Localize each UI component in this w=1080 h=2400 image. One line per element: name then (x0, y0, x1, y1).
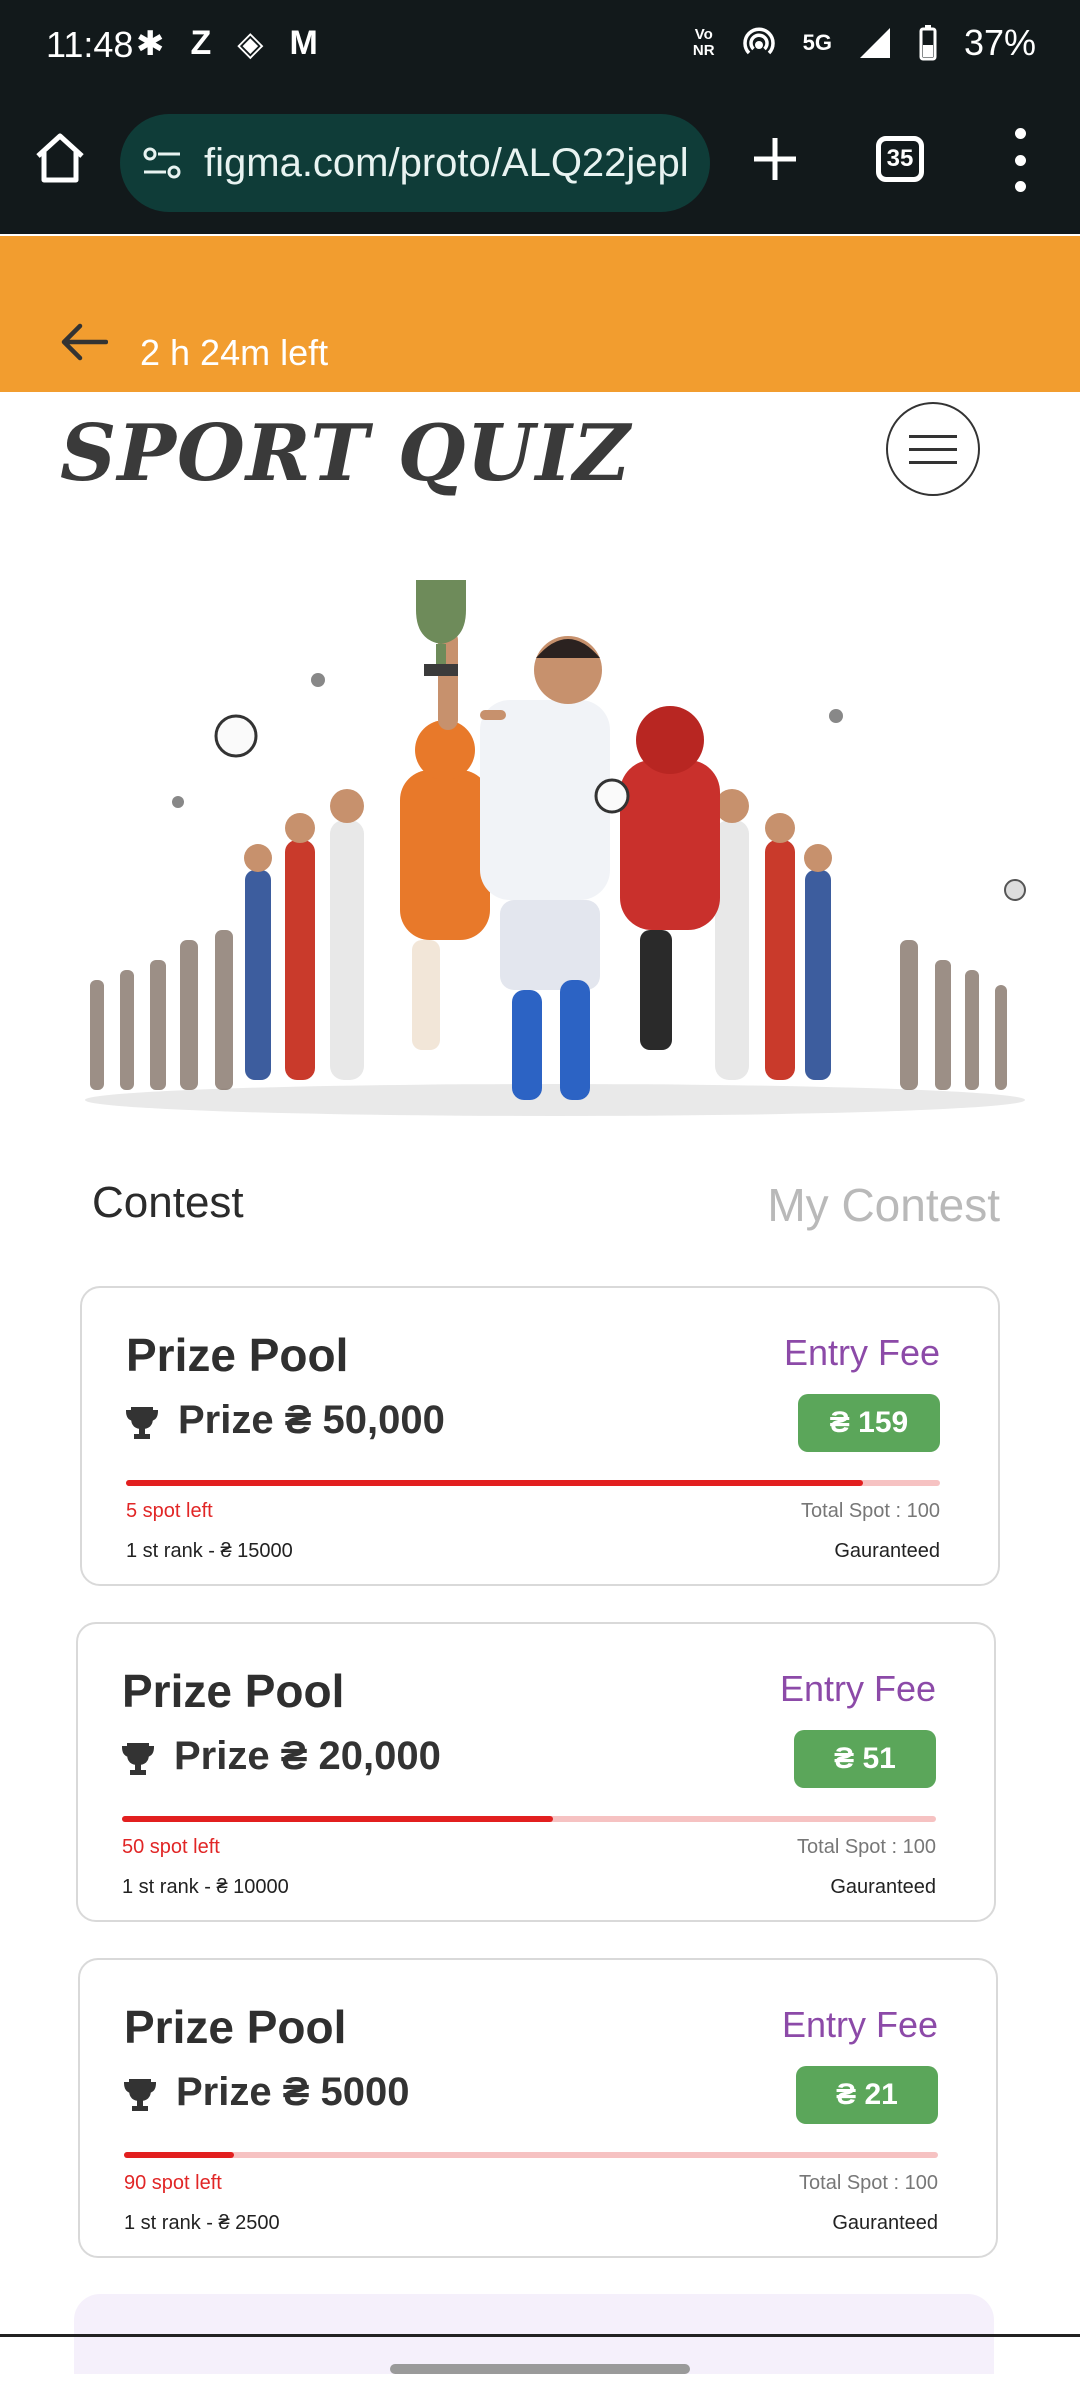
tab-switcher-button[interactable]: 35 (876, 136, 924, 182)
timer-header: 2 h 24m left (0, 236, 1080, 392)
spots-left: 50 spot left (122, 1836, 220, 1858)
prize-pool-title: Prize Pool (124, 2001, 347, 2053)
home-icon[interactable] (30, 128, 90, 188)
battery-icon (919, 25, 937, 61)
trophy-icon (122, 1743, 154, 1775)
first-rank-prize: 1 st rank - ₴ 2500 (124, 2212, 280, 2234)
prize-amount: Prize ₴ 5000 (176, 2070, 410, 2114)
gesture-home-indicator[interactable] (390, 2364, 690, 2374)
hamburger-menu-icon[interactable] (886, 402, 980, 496)
hotspot-icon (742, 27, 775, 55)
prize-amount: Prize ₴ 20,000 (174, 1734, 441, 1778)
site-settings-icon[interactable] (142, 146, 182, 180)
entry-fee-button[interactable]: ₴ 21 (796, 2066, 938, 2124)
spots-left: 5 spot left (126, 1500, 213, 1522)
contest-card[interactable]: Prize Pool Entry Fee Prize ₴ 50,000 ₴ 15… (80, 1286, 1000, 1586)
guaranteed-label: Gauranteed (832, 2212, 938, 2234)
guaranteed-label: Gauranteed (830, 1876, 936, 1898)
tab-contest[interactable]: Contest (92, 1178, 244, 1228)
entry-fee-label: Entry Fee (779, 1668, 936, 1709)
entry-fee-button[interactable]: ₴ 159 (798, 1394, 940, 1452)
sports-hero-image (85, 580, 1026, 1116)
app-icon: ◈ (237, 25, 264, 63)
guaranteed-label: Gauranteed (834, 1540, 940, 1562)
browser-toolbar: figma.com/proto/ALQ22jepl 35 (0, 100, 1080, 234)
prize-pool-title: Prize Pool (122, 1665, 345, 1717)
gmail-icon: M (289, 24, 318, 62)
z-icon: Z (190, 24, 212, 62)
progress-fill (122, 1816, 554, 1822)
spots-left: 90 spot left (124, 2172, 222, 2194)
prize-pool-title: Prize Pool (126, 1329, 349, 1381)
url-bar[interactable]: figma.com/proto/ALQ22jepl (120, 114, 710, 212)
new-tab-icon[interactable] (746, 130, 804, 188)
contest-card[interactable]: Prize Pool Entry Fee Prize ₴ 5000 ₴ 21 9… (78, 1958, 998, 2258)
battery-level: 37% (963, 22, 1036, 63)
time-left: 2 h 24m left (140, 332, 329, 373)
system-status: Vo NR 5G 37% (693, 22, 1036, 64)
status-time: 11:48 (46, 24, 134, 65)
first-rank-prize: 1 st rank - ₴ 15000 (126, 1540, 293, 1562)
progress-fill (124, 2152, 234, 2158)
spots-progress-bar (124, 2152, 938, 2158)
spots-progress-bar (122, 1816, 936, 1822)
total-spot: Total Spot : 100 (799, 2172, 938, 2194)
prize-amount: Prize ₴ 50,000 (178, 1398, 445, 1442)
total-spot: Total Spot : 100 (801, 1500, 940, 1522)
trophy-icon (124, 2079, 156, 2111)
browser-menu-icon[interactable] (1012, 128, 1028, 192)
spots-progress-bar (126, 1480, 940, 1486)
app-logo: SPORT QUIZ (60, 408, 631, 499)
contest-card[interactable]: Prize Pool Entry Fee Prize ₴ 20,000 ₴ 51… (76, 1622, 996, 1922)
entry-fee-label: Entry Fee (781, 2004, 938, 2045)
back-arrow-icon[interactable] (60, 322, 108, 362)
entry-fee-label: Entry Fee (783, 1332, 940, 1373)
notification-icons: ✱ Z ◈ M (136, 24, 318, 64)
status-bar: 11:48 ✱ Z ◈ M Vo NR 5G 37% (0, 0, 1080, 100)
volte-icon: Vo NR (692, 26, 715, 59)
first-rank-prize: 1 st rank - ₴ 10000 (122, 1876, 289, 1898)
network-label: 5G (802, 30, 832, 55)
trophy-icon (126, 1407, 158, 1439)
signal-icon (859, 28, 890, 58)
progress-fill (126, 1480, 863, 1486)
tab-my-contest[interactable]: My Contest (767, 1178, 1000, 1232)
entry-fee-button[interactable]: ₴ 51 (794, 1730, 936, 1788)
slack-icon: ✱ (136, 25, 165, 63)
url-text: figma.com/proto/ALQ22jepl (204, 140, 689, 185)
bottom-divider (0, 2334, 1080, 2337)
total-spot: Total Spot : 100 (797, 1836, 936, 1858)
